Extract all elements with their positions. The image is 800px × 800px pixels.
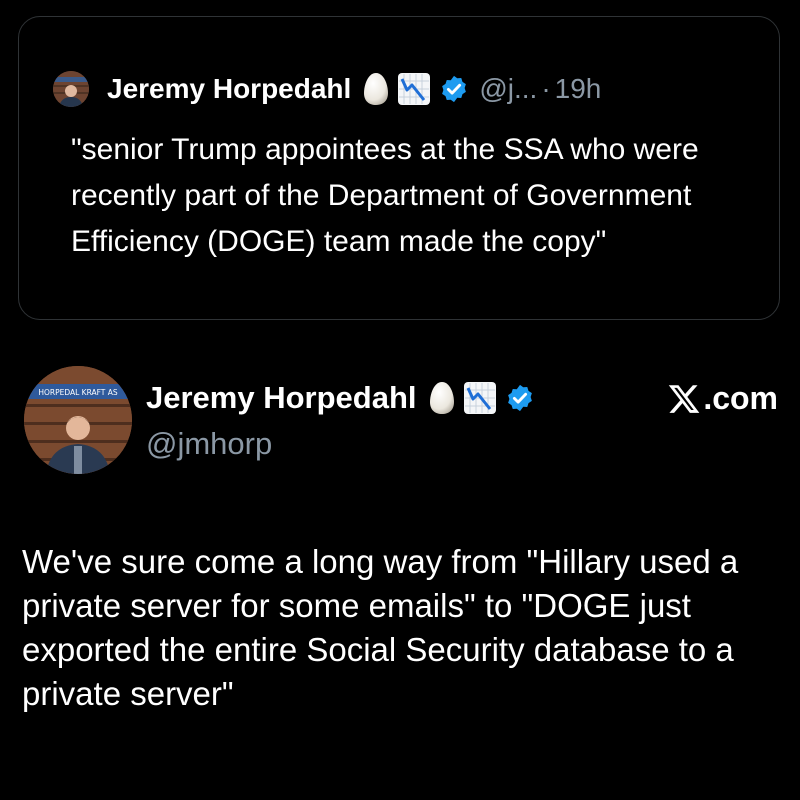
egg-emoji-icon: [364, 73, 389, 105]
quoted-tweet-text: "senior Trump appointees at the SSA who …: [71, 133, 699, 258]
main-author-row: Jeremy Horpedahl: [146, 380, 535, 416]
chart-decreasing-emoji-icon: [463, 382, 496, 414]
chart-decreasing-emoji-icon: [398, 73, 431, 105]
verified-badge-icon: [442, 75, 467, 103]
quoted-author-name[interactable]: Jeremy Horpedahl: [107, 73, 351, 105]
x-logo-icon: [669, 384, 700, 413]
quoted-tweet-card[interactable]: Jeremy Horpedahl @j... · 19h "senior Tru…: [18, 16, 780, 320]
verified-badge-icon: [507, 384, 532, 412]
quoted-timestamp[interactable]: 19h: [555, 73, 602, 105]
separator-dot: ·: [541, 73, 551, 104]
brand-domain-text: .com: [703, 380, 778, 416]
quoted-author-handle[interactable]: @j...: [479, 73, 537, 105]
avatar-sign-text: HORPEDAL KRAFT AS: [38, 388, 118, 397]
egg-emoji-icon: [429, 382, 454, 414]
main-tweet-header: HORPEDAL KRAFT AS Jeremy Horpedahl @jmho…: [24, 366, 784, 486]
main-author-name[interactable]: Jeremy Horpedahl: [146, 380, 417, 416]
quoted-tweet-header: Jeremy Horpedahl @j... · 19h: [53, 67, 601, 111]
main-tweet-text: We've sure come a long way from "Hillary…: [22, 543, 739, 712]
main-author-handle[interactable]: @jmhorp: [146, 426, 272, 462]
avatar[interactable]: [53, 71, 89, 107]
x-com-brand[interactable]: .com: [667, 380, 778, 417]
avatar[interactable]: HORPEDAL KRAFT AS: [24, 366, 132, 474]
